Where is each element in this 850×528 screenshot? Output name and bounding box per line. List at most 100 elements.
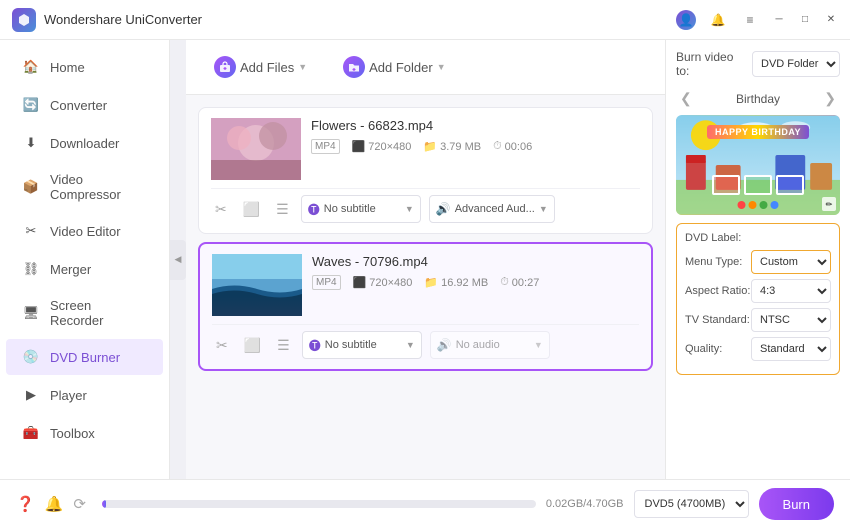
aspect-ratio-label: Aspect Ratio: bbox=[685, 285, 750, 297]
bottom-notification-icon[interactable]: 🔔 bbox=[45, 495, 64, 513]
preview-image: HAPPY BIRTHDAY ✏ bbox=[676, 115, 840, 215]
dropdown-arrow-audio-waves-icon: ▼ bbox=[534, 340, 543, 350]
quality-select[interactable]: Standard High Low bbox=[751, 337, 831, 361]
clock-waves-icon: ⏱ bbox=[500, 276, 509, 289]
help-icon[interactable]: ❓ bbox=[16, 495, 35, 513]
dvd-label-row: DVD Label: bbox=[685, 232, 831, 244]
resolution-waves-icon: ⬛ bbox=[353, 276, 367, 289]
copy-icon[interactable]: ⬜ bbox=[239, 199, 264, 220]
copy-waves-icon[interactable]: ⬜ bbox=[240, 335, 265, 356]
sidebar-item-video-compressor[interactable]: 📦 Video Compressor bbox=[6, 163, 163, 211]
sidebar-item-merger[interactable]: ⛓ Merger bbox=[6, 251, 163, 287]
toolbar: Add Files ▼ Add Folder ▼ bbox=[186, 40, 665, 95]
file-item-waves[interactable]: Waves - 70796.mp4 MP4 ⬛ 720×480 📁 bbox=[198, 242, 653, 371]
file-thumbnail-flowers bbox=[211, 118, 301, 180]
clock-icon: ⏱ bbox=[493, 140, 502, 153]
audio-dropdown-waves[interactable]: 🔊 No audio ▼ bbox=[430, 331, 550, 359]
sidebar-item-downloader[interactable]: ⬇ Downloader bbox=[6, 125, 163, 161]
sidebar-item-player[interactable]: ▶ Player bbox=[6, 377, 163, 413]
sidebar-item-screen-recorder[interactable]: 🖥 Screen Recorder bbox=[6, 289, 163, 337]
dvd-settings-panel: DVD Label: Menu Type: Custom None Defaul… bbox=[676, 223, 840, 375]
sidebar-item-video-editor[interactable]: ✂ Video Editor bbox=[6, 213, 163, 249]
compress-icon: 📦 bbox=[22, 178, 40, 196]
settings-icon[interactable]: ⟳ bbox=[73, 495, 86, 513]
burn-target-row: Burn video to: DVD Folder bbox=[676, 50, 840, 78]
aspect-ratio-select[interactable]: 4:3 16:9 bbox=[751, 279, 831, 303]
add-folder-arrow: ▼ bbox=[437, 62, 446, 72]
file-duration: ⏱ 00:06 bbox=[493, 140, 532, 153]
preview-frame-1 bbox=[712, 175, 740, 195]
next-arrow-icon[interactable]: ❯ bbox=[820, 88, 840, 109]
aspect-ratio-row: Aspect Ratio: 4:3 16:9 bbox=[685, 279, 831, 303]
sidebar-label-compressor: Video Compressor bbox=[50, 172, 147, 202]
screen-icon: 🖥 bbox=[22, 304, 40, 322]
menu-type-select[interactable]: Custom None Default bbox=[751, 250, 831, 274]
titlebar: Wondershare UniConverter 👤 🔔 ≡ ─ □ ✕ bbox=[0, 0, 850, 40]
tv-standard-row: TV Standard: NTSC PAL bbox=[685, 308, 831, 332]
sidebar-item-converter[interactable]: 🔄 Converter bbox=[6, 87, 163, 123]
subtitle-value-waves: No subtitle bbox=[325, 339, 377, 351]
burn-to-select[interactable]: DVD Folder bbox=[752, 51, 840, 77]
dot-green bbox=[760, 201, 768, 209]
file-size: 📁 3.79 MB bbox=[423, 140, 481, 153]
add-files-arrow: ▼ bbox=[298, 62, 307, 72]
file-resolution: ⬛ 720×480 bbox=[352, 140, 412, 153]
resolution-icon: ⬛ bbox=[352, 140, 366, 153]
sidebar-item-dvd-burner[interactable]: 💿 DVD Burner bbox=[6, 339, 163, 375]
menu-type-label: Menu Type: bbox=[685, 256, 742, 268]
subtitle-dropdown-waves[interactable]: 🅣 No subtitle ▼ bbox=[302, 331, 422, 359]
cut-icon[interactable]: ✂ bbox=[211, 199, 231, 220]
prev-arrow-icon[interactable]: ❮ bbox=[676, 88, 696, 109]
user-avatar[interactable]: 👤 bbox=[676, 10, 696, 30]
maximize-button[interactable]: □ bbox=[798, 13, 812, 27]
dropdown-arrow-audio-icon: ▼ bbox=[539, 204, 548, 214]
preview-background: HAPPY BIRTHDAY ✏ bbox=[676, 115, 840, 215]
subtitle-dropdown-flowers[interactable]: 🅣 No subtitle ▼ bbox=[301, 195, 421, 223]
menu-dots-icon[interactable]: ☰ bbox=[272, 199, 293, 220]
dot-blue bbox=[771, 201, 779, 209]
menu-waves-icon[interactable]: ☰ bbox=[273, 335, 294, 356]
burn-button[interactable]: Burn bbox=[759, 488, 834, 520]
file-item-flowers[interactable]: Flowers - 66823.mp4 MP4 ⬛ 720×480 📁 bbox=[198, 107, 653, 234]
sidebar-label-dvd: DVD Burner bbox=[50, 350, 120, 365]
cut-waves-icon[interactable]: ✂ bbox=[212, 335, 232, 356]
subtitle-waves-icon: 🅣 bbox=[309, 337, 321, 354]
add-folder-button[interactable]: Add Folder ▼ bbox=[331, 50, 458, 84]
tv-standard-select[interactable]: NTSC PAL bbox=[751, 308, 831, 332]
sidebar-item-home[interactable]: 🏠 Home bbox=[6, 49, 163, 85]
bottom-bar: ❓ 🔔 ⟳ 0.02GB/4.70GB DVD5 (4700MB) DVD9 (… bbox=[0, 479, 850, 528]
menu-type-row: Menu Type: Custom None Default bbox=[685, 250, 831, 274]
toolbox-icon: 🧰 bbox=[22, 424, 40, 442]
disc-type-select[interactable]: DVD5 (4700MB) DVD9 (8500MB) BD25 (25GB) … bbox=[634, 490, 749, 518]
sidebar-label-home: Home bbox=[50, 60, 85, 75]
content-area: Add Files ▼ Add Folder ▼ bbox=[186, 40, 665, 479]
add-files-label: Add Files bbox=[240, 60, 294, 75]
file-info-waves: Waves - 70796.mp4 MP4 ⬛ 720×480 📁 bbox=[312, 254, 639, 290]
sidebar-item-toolbox[interactable]: 🧰 Toolbox bbox=[6, 415, 163, 451]
audio-dropdown-flowers[interactable]: 🔊 Advanced Aud... ▼ bbox=[429, 195, 555, 223]
titlebar-controls: 👤 🔔 ≡ ─ □ ✕ bbox=[676, 10, 838, 30]
file-size-waves: 📁 16.92 MB bbox=[424, 276, 488, 289]
notification-bell-icon[interactable]: 🔔 bbox=[708, 10, 728, 30]
audio-icon: 🔊 bbox=[436, 202, 451, 216]
preview-frames bbox=[712, 175, 804, 195]
sidebar-label-editor: Video Editor bbox=[50, 224, 121, 239]
audio-waves-icon: 🔊 bbox=[437, 338, 452, 352]
merger-icon: ⛓ bbox=[22, 260, 40, 278]
preview-edit-button[interactable]: ✏ bbox=[822, 197, 836, 211]
sidebar-collapse-button[interactable]: ◀ bbox=[170, 240, 186, 280]
subtitle-value-flowers: No subtitle bbox=[324, 203, 376, 215]
add-files-button[interactable]: Add Files ▼ bbox=[202, 50, 319, 84]
close-button[interactable]: ✕ bbox=[824, 13, 838, 27]
progress-bar-container bbox=[102, 500, 536, 508]
quality-row: Quality: Standard High Low bbox=[685, 337, 831, 361]
preview-frame-3 bbox=[776, 175, 804, 195]
file-thumbnail-waves bbox=[212, 254, 302, 316]
menu-icon[interactable]: ≡ bbox=[740, 10, 760, 30]
storage-info: 0.02GB/4.70GB bbox=[546, 498, 624, 510]
sidebar-label-player: Player bbox=[50, 388, 87, 403]
dot-orange bbox=[749, 201, 757, 209]
file-info-flowers: Flowers - 66823.mp4 MP4 ⬛ 720×480 📁 bbox=[311, 118, 640, 154]
sidebar-label-downloader: Downloader bbox=[50, 136, 119, 151]
minimize-button[interactable]: ─ bbox=[772, 13, 786, 27]
